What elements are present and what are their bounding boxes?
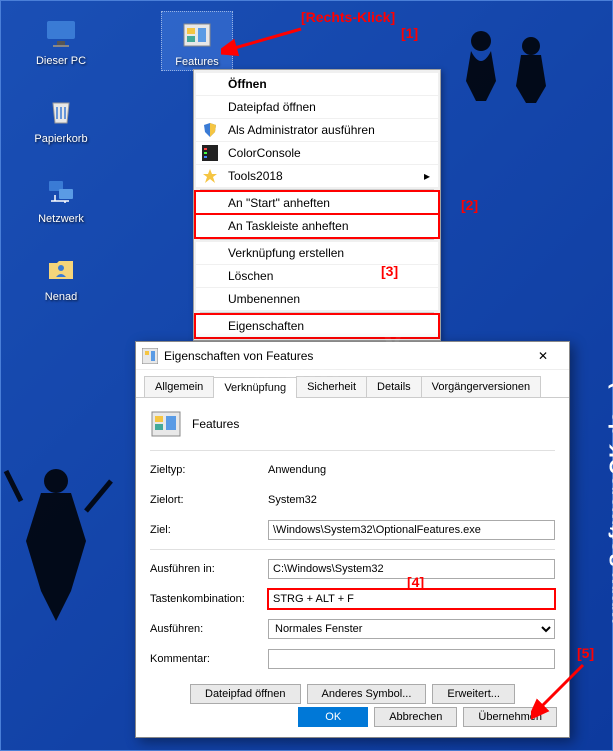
menu-item-pin-taskbar[interactable]: An Taskleiste anheften — [196, 215, 438, 237]
menu-item-label: Löschen — [228, 269, 273, 283]
menu-item-tools2018[interactable]: Tools2018 ▸ — [196, 165, 438, 187]
watermark-side: www.SoftwareOK.de :-) — [606, 381, 613, 622]
titlebar[interactable]: Eigenschaften von Features ✕ — [136, 342, 569, 370]
folder-user-icon — [41, 249, 81, 289]
menu-item-label: Öffnen — [228, 77, 267, 91]
menu-item-rename[interactable]: Umbenennen — [196, 288, 438, 310]
trash-icon — [41, 91, 81, 131]
field-label-ziel: Ziel: — [150, 524, 268, 536]
desktop-icon-label: Dieser PC — [26, 55, 96, 67]
menu-item-open[interactable]: Öffnen — [196, 73, 438, 95]
menu-item-shortcut[interactable]: Verknüpfung erstellen — [196, 242, 438, 264]
field-label-kommentar: Kommentar: — [150, 653, 268, 665]
annotation-num-1: [1] — [401, 25, 418, 41]
dialog-title: Eigenschaften von Features — [164, 349, 523, 363]
field-input-hotkey[interactable] — [268, 589, 555, 609]
menu-item-label: Eigenschaften — [228, 319, 304, 333]
menu-separator — [200, 189, 434, 190]
cancel-button[interactable]: Abbrechen — [374, 707, 457, 727]
tab-strip: Allgemein Verknüpfung Sicherheit Details… — [136, 370, 569, 398]
ok-button[interactable]: OK — [298, 707, 368, 727]
features-icon — [150, 408, 182, 440]
menu-item-label: Dateipfad öffnen — [228, 100, 316, 114]
menu-item-label: Verknüpfung erstellen — [228, 246, 344, 260]
annotation-num-2: [2] — [461, 197, 478, 213]
dialog-footer: OK Abbrechen Übernehmen — [298, 707, 557, 727]
desktop-icon-label: Nenad — [26, 291, 96, 303]
star-icon — [202, 168, 218, 184]
menu-item-properties[interactable]: Eigenschaften — [196, 315, 438, 337]
tab-allgemein[interactable]: Allgemein — [144, 376, 214, 397]
field-select-run[interactable]: Normales Fenster — [268, 619, 555, 639]
menu-separator — [200, 239, 434, 240]
menu-item-admin[interactable]: Als Administrator ausführen — [196, 119, 438, 141]
console-icon — [202, 145, 218, 161]
menu-item-delete[interactable]: Löschen — [196, 265, 438, 287]
menu-item-colorconsole[interactable]: ColorConsole — [196, 142, 438, 164]
desktop-icon-network[interactable]: Netzwerk — [26, 171, 96, 225]
tab-vorgaenger[interactable]: Vorgängerversionen — [421, 376, 541, 397]
field-val-zieltyp: Anwendung — [268, 464, 555, 476]
change-icon-button[interactable]: Anderes Symbol... — [307, 684, 427, 704]
annotation-num-5: [5] — [577, 645, 594, 661]
desktop-icon-label: Netzwerk — [26, 213, 96, 225]
dialog-body: Features Zieltyp:Anwendung Zielort:Syste… — [136, 398, 569, 714]
monitor-icon — [41, 13, 81, 53]
menu-item-open-path[interactable]: Dateipfad öffnen — [196, 96, 438, 118]
field-label-tasten: Tastenkombination: — [150, 593, 268, 605]
field-label-zielort: Zielort: — [150, 494, 268, 506]
annotation-num-4: [4] — [407, 574, 424, 590]
menu-item-label: Umbenennen — [228, 292, 300, 306]
advanced-button[interactable]: Erweitert... — [432, 684, 515, 704]
field-val-zielort: System32 — [268, 494, 555, 506]
desktop-icon-label: Papierkorb — [26, 133, 96, 145]
field-label-ausfin: Ausführen in: — [150, 563, 268, 575]
features-icon — [177, 14, 217, 54]
network-icon — [41, 171, 81, 211]
field-input-ziel[interactable] — [268, 520, 555, 540]
dialog-app-name: Features — [192, 417, 239, 431]
menu-item-label: An "Start" anheften — [228, 196, 330, 210]
properties-dialog: Eigenschaften von Features ✕ Allgemein V… — [135, 341, 570, 738]
menu-separator — [200, 312, 434, 313]
menu-item-label: Als Administrator ausführen — [228, 123, 375, 137]
tab-details[interactable]: Details — [366, 376, 422, 397]
menu-item-label: ColorConsole — [228, 146, 301, 160]
desktop-icon-thispc[interactable]: Dieser PC — [26, 13, 96, 67]
tab-verknuepfung[interactable]: Verknüpfung — [213, 377, 297, 398]
context-menu: Öffnen Dateipfad öffnen Als Administrato… — [193, 69, 441, 341]
desktop-icon-recycle[interactable]: Papierkorb — [26, 91, 96, 145]
features-icon — [142, 348, 158, 364]
tab-sicherheit[interactable]: Sicherheit — [296, 376, 367, 397]
field-label-zieltyp: Zieltyp: — [150, 464, 268, 476]
menu-item-label: Tools2018 — [228, 169, 283, 183]
chevron-right-icon: ▸ — [424, 169, 430, 183]
menu-item-label: An Taskleiste anheften — [228, 219, 349, 233]
field-input-comment[interactable] — [268, 649, 555, 669]
annotation-num-3: [3] — [381, 263, 398, 279]
annotation-label-1: [Rechts-Klick] — [301, 9, 395, 25]
close-button[interactable]: ✕ — [523, 344, 563, 368]
menu-item-pin-start[interactable]: An "Start" anheften — [196, 192, 438, 214]
field-label-ausf: Ausführen: — [150, 623, 268, 635]
desktop-icon-user[interactable]: Nenad — [26, 249, 96, 303]
shield-icon — [202, 122, 218, 138]
open-path-button[interactable]: Dateipfad öffnen — [190, 684, 301, 704]
